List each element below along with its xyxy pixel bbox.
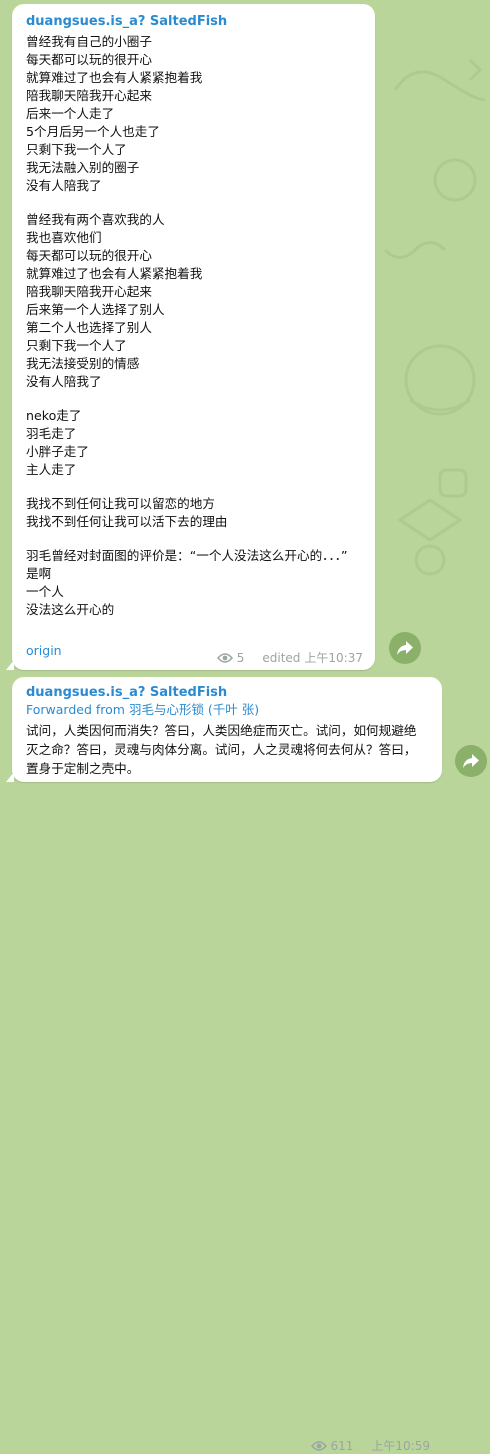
eye-icon: [216, 652, 233, 663]
message-line: 曾经我有自己的小圈子: [26, 34, 152, 49]
message-text: 曾经我有自己的小圈子 每天都可以玩的很开心 就算难过了也会有人紧紧抱着我 陪我聊天陪我…: [26, 33, 361, 619]
message-line: 就算难过了也会有人紧紧抱着我: [26, 70, 203, 85]
message-line: [26, 391, 361, 407]
forwarded-prefix: Forwarded from: [26, 702, 125, 717]
message-line: 每天都可以玩的很开心: [26, 248, 152, 263]
share-arrow-icon: [397, 641, 413, 655]
message-time: 上午10:59: [371, 1439, 430, 1453]
message-line: 我找不到任何让我可以活下去的理由: [26, 514, 228, 529]
message-line: 我也喜欢他们: [26, 230, 102, 245]
message-bubble[interactable]: duangsues.is_a? SaltedFish 曾经我有自己的小圈子 每天都…: [6, 4, 375, 670]
message-line: [26, 195, 361, 211]
bubble-tail: [6, 772, 14, 782]
share-button[interactable]: [455, 745, 487, 777]
message-line: 只剩下我一个人了: [26, 338, 127, 353]
message-line: 没有人陪我了: [26, 178, 102, 193]
message-line: 就算难过了也会有人紧紧抱着我: [26, 266, 203, 281]
message-line: 我找不到任何让我可以留恋的地方: [26, 496, 215, 511]
message-line: 主人走了: [26, 462, 77, 477]
message-line: 后来一个人走了: [26, 106, 115, 121]
message-line: 每天都可以玩的很开心: [26, 52, 152, 67]
message-line: neko走了: [26, 408, 82, 423]
message-line: 5个月后另一个人也走了: [26, 124, 160, 139]
message-meta: 611 上午10:59: [310, 1437, 430, 1454]
message-line: 后来第一个人选择了别人: [26, 302, 165, 317]
message-line: 我无法融入别的圈子: [26, 160, 140, 175]
message-line: 只剩下我一个人了: [26, 142, 127, 157]
bubble-tail: [6, 660, 14, 670]
share-arrow-icon: [463, 754, 479, 768]
view-count: 5: [236, 650, 245, 665]
message-line: 曾经我有两个喜欢我的人: [26, 212, 165, 227]
origin-link[interactable]: origin: [26, 643, 62, 659]
message-line: 没有人陪我了: [26, 374, 102, 389]
sender-name[interactable]: duangsues.is_a? SaltedFish: [26, 14, 361, 30]
message-line: 一个人: [26, 584, 64, 599]
message-line: 羽毛曾经对封面图的评价是：“一个人没法这么开心的．．．”: [26, 548, 348, 563]
message-line: 是啊: [26, 566, 52, 581]
message-bubble-forwarded[interactable]: duangsues.is_a? SaltedFish Forwarded fro…: [6, 677, 442, 1453]
message-line: 第二个人也选择了别人: [26, 320, 152, 335]
forwarded-source[interactable]: 羽毛与心形锁 (千叶 张): [129, 702, 259, 717]
message-line: 没法这么开心的: [26, 602, 115, 617]
message-text: 试问，人类因何而消失？答曰，人类因绝症而灭亡。试问，如何规避绝灭之命？答曰，灵魂…: [26, 723, 417, 776]
view-count: 611: [330, 1438, 354, 1453]
message-meta: 5 edited 上午10:37: [216, 649, 363, 666]
eye-icon: [310, 1440, 327, 1451]
message-line: [26, 479, 361, 495]
message-line: 小胖子走了: [26, 444, 89, 459]
message-line: 羽毛走了: [26, 426, 77, 441]
forwarded-header[interactable]: Forwarded from 羽毛与心形锁 (千叶 张): [26, 701, 428, 718]
message-line: 陪我聊天陪我开心起来: [26, 88, 152, 103]
edited-label: edited: [262, 650, 301, 665]
share-button[interactable]: [389, 632, 421, 664]
message-line: 我无法接受别的情感: [26, 356, 140, 371]
message-time: 上午10:37: [304, 651, 363, 665]
message-line: 陪我聊天陪我开心起来: [26, 284, 152, 299]
sender-name[interactable]: duangsues.is_a? SaltedFish: [26, 685, 428, 701]
message-line: [26, 531, 361, 547]
